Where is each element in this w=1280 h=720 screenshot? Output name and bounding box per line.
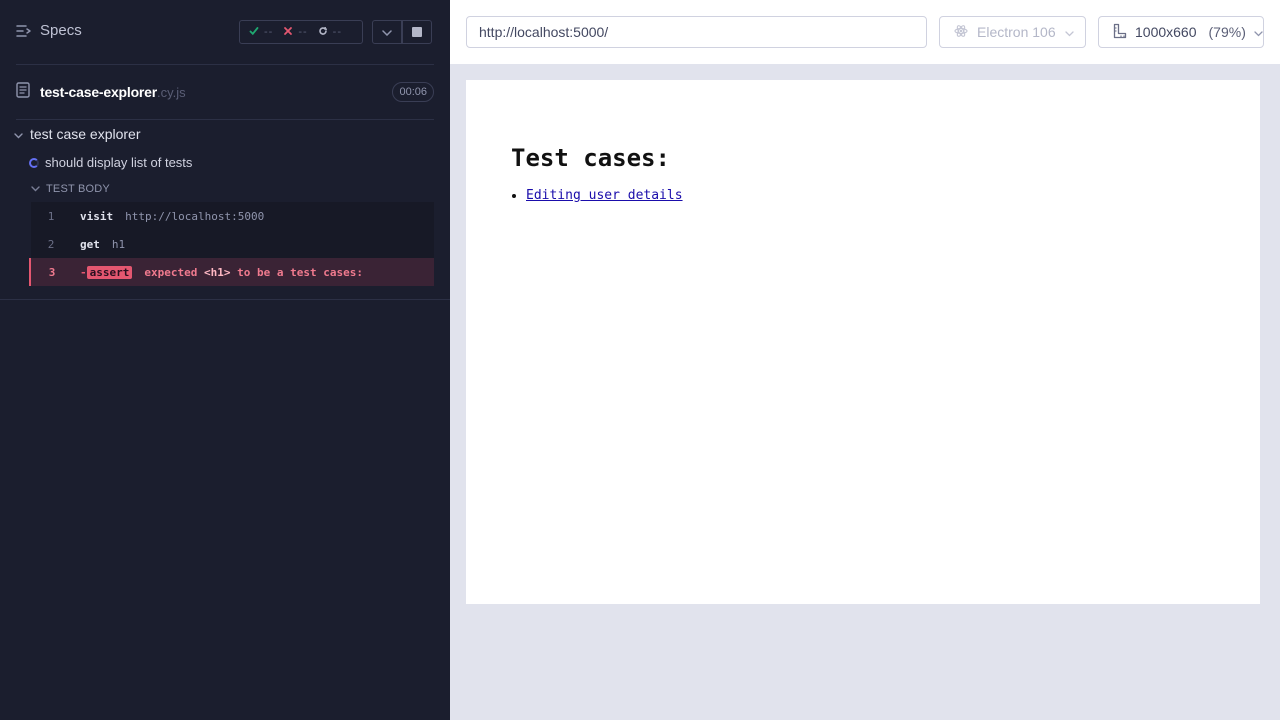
spec-title-row: test-case-explorer .cy.js 00:06 xyxy=(16,81,434,103)
duration-badge: 00:06 xyxy=(392,82,434,102)
check-icon xyxy=(249,26,259,39)
specs-label: Specs xyxy=(40,22,82,39)
x-icon xyxy=(283,26,293,39)
assert-badge: assert xyxy=(86,265,133,279)
failed-command-row[interactable]: 3 - assert expected <h1> to be a test ca… xyxy=(29,258,434,286)
test-body-toggle[interactable]: TEST BODY xyxy=(31,183,110,195)
specs-button[interactable]: Specs xyxy=(16,22,82,39)
command-name: get xyxy=(80,237,100,251)
test-case-link[interactable]: Editing user details xyxy=(526,188,683,203)
test-body-label: TEST BODY xyxy=(46,183,110,195)
assert-element: <h1> xyxy=(203,265,231,279)
aut-header: http://localhost:5000/ Electron 106 1000… xyxy=(450,0,1280,64)
test-case-list: Editing user details xyxy=(526,188,683,203)
specs-list-icon xyxy=(16,24,32,38)
command-arg: http://localhost:5000 xyxy=(125,209,265,223)
test-stats: -- -- -- xyxy=(239,20,363,44)
reporter-header: Specs -- -- -- xyxy=(0,0,450,64)
electron-icon xyxy=(954,24,968,41)
url-text: http://localhost:5000/ xyxy=(479,24,609,40)
spec-filename[interactable]: test-case-explorer xyxy=(40,84,157,100)
command-number: 1 xyxy=(47,209,55,223)
ruler-icon xyxy=(1113,23,1127,42)
command-name: visit xyxy=(80,209,114,223)
list-item: Editing user details xyxy=(526,188,683,203)
passed-stat: -- xyxy=(249,26,273,39)
pending-stat: -- xyxy=(318,26,342,39)
browser-label: Electron 106 xyxy=(977,24,1056,40)
passed-count: -- xyxy=(264,26,274,38)
assert-message-pre: expected xyxy=(144,265,204,279)
pending-count: -- xyxy=(332,26,342,38)
viewport-scale: (79%) xyxy=(1208,24,1246,40)
spec-extension: .cy.js xyxy=(157,84,186,100)
running-spinner-icon xyxy=(29,157,39,168)
suite-title: test case explorer xyxy=(30,126,141,142)
command-arg: h1 xyxy=(111,237,126,251)
chevron-down-icon xyxy=(1254,24,1263,40)
browser-selector[interactable]: Electron 106 xyxy=(939,16,1086,48)
viewport-size: 1000x660 xyxy=(1135,24,1197,40)
header-divider xyxy=(16,64,434,65)
url-bar[interactable]: http://localhost:5000/ xyxy=(466,16,927,48)
suite-row[interactable]: test case explorer xyxy=(14,126,141,142)
viewport-selector[interactable]: 1000x660 (79%) xyxy=(1098,16,1264,48)
collapse-button[interactable] xyxy=(372,20,402,44)
chevron-down-icon xyxy=(1064,24,1074,40)
test-row[interactable]: should display list of tests xyxy=(29,155,192,170)
failed-count: -- xyxy=(298,26,308,38)
aut-iframe: Test cases: Editing user details xyxy=(466,80,1260,604)
page-heading: Test cases: xyxy=(511,144,670,172)
command-number: 3 xyxy=(48,265,56,279)
chevron-down-icon xyxy=(14,126,23,142)
assert-message-post: to be a test cases: xyxy=(230,265,363,279)
assert-message: expected <h1> to be a test cases: xyxy=(144,266,363,279)
command-dash: - xyxy=(80,265,87,279)
command-number: 2 xyxy=(47,237,55,251)
failed-stat: -- xyxy=(283,26,307,39)
test-title: should display list of tests xyxy=(45,155,193,170)
spec-divider xyxy=(16,119,434,120)
refresh-icon xyxy=(318,26,328,39)
command-row[interactable]: 2 get h1 xyxy=(31,230,434,258)
command-row[interactable]: 1 visit http://localhost:5000 xyxy=(31,202,434,230)
reporter-panel: Specs -- -- -- test-case-explorer .cy.js… xyxy=(0,0,450,720)
chevron-down-icon xyxy=(31,183,40,195)
chevron-down-icon xyxy=(382,23,392,41)
commands-divider xyxy=(0,299,450,300)
stop-button[interactable] xyxy=(402,20,432,44)
stop-icon xyxy=(412,27,422,37)
document-icon xyxy=(16,81,30,103)
